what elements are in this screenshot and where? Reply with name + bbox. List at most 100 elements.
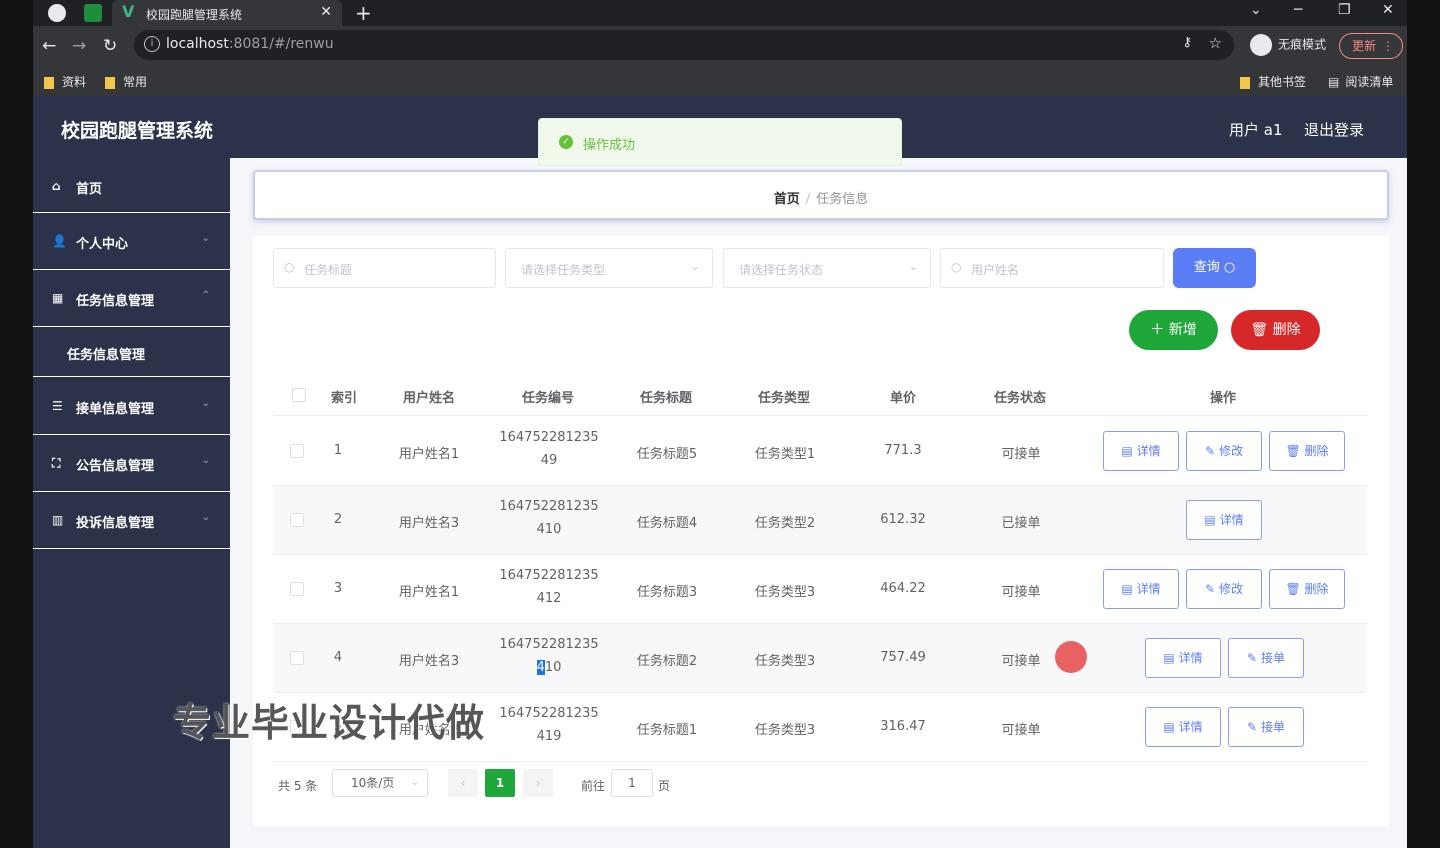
breadcrumb-home[interactable]: 首页 [774,192,800,207]
accept-order-button[interactable]: ✎ 接单 [1228,707,1304,747]
home-icon: ⌂ [52,179,61,193]
op-label: 接单 [1260,720,1285,734]
tab-search-icon[interactable]: ⌄ [1250,2,1262,18]
sidebar-item-label: 首页 [76,182,103,197]
cell-type: 任务类型2 [754,516,816,531]
reload-icon[interactable]: ↻ [103,36,117,56]
bookmark-folder-1[interactable]: 资料 [44,73,86,90]
sidebar-item-label: 投诉信息管理 [76,516,155,531]
edit-button[interactable]: ✎ 修改 [1186,431,1262,471]
detail-button[interactable]: ▤ 详情 [1103,431,1179,471]
add-button[interactable]: ＋ 新增 [1129,310,1218,350]
user-label: 用户 a1 [1229,121,1283,139]
search-icon: ○ [1223,260,1236,275]
detail-button[interactable]: ▤ 详情 [1145,707,1221,747]
task-status-select[interactable]: 请选择任务状态 ⌄ [723,248,931,288]
click-indicator [1055,641,1087,673]
op-label: 修改 [1218,444,1243,458]
pinned-tab-icon[interactable] [84,4,102,22]
edit-button[interactable]: ✎ 修改 [1186,569,1262,609]
sidebar-item-notice-management[interactable]: ⛶ 公告信息管理 ⌄ [33,435,230,492]
prev-page-button[interactable]: ‹ [448,769,478,797]
accept-order-button[interactable]: ✎ 接单 [1228,638,1304,678]
cell-status: 已接单 [1001,516,1041,531]
detail-button[interactable]: ▤ 详情 [1186,500,1262,540]
input-placeholder: 任务标题 [304,263,353,277]
pencil-icon: ✎ [1247,720,1258,734]
batch-delete-button[interactable]: 🗑 删除 [1231,310,1320,350]
cell-task-no: 164752281235 [499,430,599,445]
delete-button[interactable]: 🗑 删除 [1269,569,1345,609]
bookmark-folder-2[interactable]: 常用 [105,73,147,90]
goto-unit: 页 [658,779,671,793]
new-tab-icon[interactable]: + [355,1,372,25]
query-button[interactable]: 查询 ○ [1173,248,1256,288]
breadcrumb-current: 任务信息 [816,192,869,207]
chevron-down-icon: ⌄ [908,260,918,273]
cell-title: 任务标题4 [636,516,698,531]
sidebar-item-complaint-management[interactable]: ▥ 投诉信息管理 ⌄ [33,492,230,549]
url-host: localhost [166,36,229,52]
document-icon: ▤ [1163,720,1175,734]
close-window-icon[interactable]: ✕ [1382,2,1394,18]
bookmark-label: 常用 [123,75,148,89]
detail-button[interactable]: ▤ 详情 [1145,638,1221,678]
user-name-input[interactable]: ○ 用户姓名 [940,248,1164,288]
sidebar-item-personal-center[interactable]: 👤 个人中心 ⌄ [33,213,230,270]
incognito-label: 无痕模式 [1278,37,1327,52]
document-icon: ▤ [1121,444,1133,458]
row-checkbox[interactable] [290,582,304,596]
task-title-input[interactable]: ○ 任务标题 [273,248,496,288]
sidebar-item-task-management[interactable]: ▦ 任务信息管理 ⌃ [33,270,230,327]
back-icon[interactable]: ← [42,36,56,56]
site-info-icon[interactable]: i [144,36,160,52]
column-header: 操作 [1210,391,1237,406]
column-header: 任务状态 [994,391,1047,406]
browser-tab[interactable]: V 校园跑腿管理系统 ✕ [112,0,342,26]
row-checkbox[interactable] [290,444,304,458]
task-type-select[interactable]: 请选择任务类型 ⌄ [505,248,713,288]
minimize-icon[interactable]: ─ [1294,2,1302,18]
goto-page-input[interactable]: 1 [611,769,653,797]
page-size-select[interactable]: 10条/页 ⌄ [332,769,428,797]
address-bar[interactable]: i localhost:8081/#/renwu ⚷ ☆ [134,30,1234,60]
reading-list[interactable]: ▤ 阅读清单 [1328,73,1393,90]
bookmark-label: 其他书签 [1258,75,1307,89]
cell-type: 任务类型3 [754,723,816,738]
cell-type: 任务类型3 [754,585,816,600]
sidebar-subitem-task-management[interactable]: 任务信息管理 [33,327,230,377]
query-label: 查询 [1193,260,1220,275]
next-page-button[interactable]: › [523,769,553,797]
browser-profile-icon[interactable] [48,4,66,22]
cell-user: 用户姓名1 [398,585,460,600]
op-label: 详情 [1136,582,1161,596]
forward-icon[interactable]: → [72,36,86,56]
other-bookmarks[interactable]: 其他书签 [1240,73,1306,90]
bookmark-star-icon[interactable]: ☆ [1209,34,1222,52]
delete-button[interactable]: 🗑 删除 [1269,431,1345,471]
logout-button[interactable]: 退出登录 [1304,119,1364,140]
table-header: 索引 用户姓名 任务编号 任务标题 任务类型 单价 任务状态 操作 [273,374,1367,416]
cell-title: 任务标题1 [636,723,698,738]
document-icon: ▤ [1163,651,1175,665]
page-number-current[interactable]: 1 [485,769,515,797]
row-checkbox[interactable] [290,651,304,665]
update-button[interactable]: 更新 ⋮ [1339,33,1403,59]
sidebar-item-home[interactable]: ⌂ 首页 [33,158,230,213]
sidebar-item-order-management[interactable]: ☰ 接单信息管理 ⌄ [33,378,230,435]
folder-icon [44,76,54,89]
op-label: 删除 [1304,444,1329,458]
pencil-icon: ✎ [1247,651,1258,665]
cell-status: 可接单 [1001,723,1041,738]
toast-message: 操作成功 [583,138,636,153]
cell-status: 可接单 [1001,447,1041,462]
select-all-checkbox[interactable] [292,388,306,402]
restore-icon[interactable]: ❐ [1338,2,1351,18]
row-checkbox[interactable] [290,513,304,527]
cell-user: 用户姓名3 [398,654,460,669]
key-icon[interactable]: ⚷ [1182,35,1192,50]
incognito-indicator[interactable]: 无痕模式 [1250,34,1326,56]
op-label: 详情 [1219,513,1244,527]
close-tab-icon[interactable]: ✕ [320,4,332,20]
detail-button[interactable]: ▤ 详情 [1103,569,1179,609]
